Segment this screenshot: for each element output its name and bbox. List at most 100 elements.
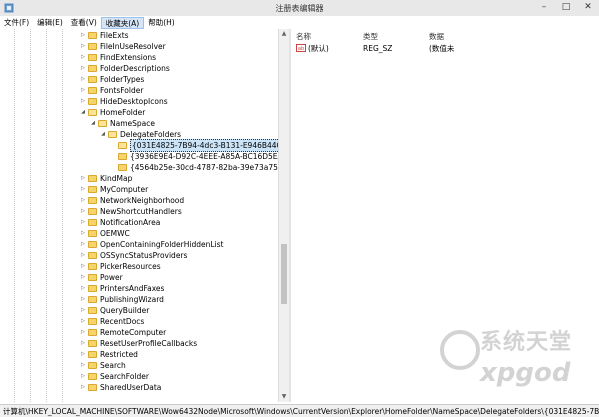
expand-arrow-icon[interactable]: ▷ [80,283,86,294]
expand-arrow-icon[interactable]: ▷ [80,338,86,349]
tree-item[interactable]: ▷ FileExts [80,30,129,41]
expand-arrow-icon[interactable]: ▷ [80,63,86,74]
tree-item[interactable]: ▷ FindExtensions [80,52,156,63]
expand-arrow-icon[interactable]: ▷ [80,85,86,96]
folder-icon [88,87,97,94]
tree-item[interactable]: ▷ OEMWC [80,228,130,239]
tree-item[interactable]: ▷ SearchFolder [80,371,149,382]
expand-arrow-icon[interactable]: ▷ [80,382,86,393]
menu-help[interactable]: 帮助(H) [144,16,179,28]
folder-icon [88,98,97,105]
folder-icon [88,285,97,292]
menu-view[interactable]: 查看(V) [67,16,101,28]
expand-arrow-icon[interactable]: ▷ [80,360,86,371]
expand-arrow-icon[interactable]: ▷ [80,96,86,107]
scroll-up-icon[interactable]: ▲ [279,29,289,39]
expand-arrow-icon[interactable]: ▷ [80,294,86,305]
expand-arrow-icon[interactable]: ▷ [80,349,86,360]
tree-item[interactable]: ▷ PrintersAndFaxes [80,283,164,294]
expand-arrow-icon[interactable]: ▷ [80,30,86,41]
tree-item[interactable]: {4564b25e-30cd-4787-82ba-39e73a750b14} [110,162,278,173]
expand-arrow-icon[interactable]: ▷ [80,272,86,283]
watermark-text-cn: 系统天堂 [480,330,573,355]
tree-guide-line [46,29,47,402]
tree-item[interactable]: ▷ SharedUserData [80,382,161,393]
value-data: (数值未 [429,44,455,53]
expand-arrow-icon[interactable]: ▷ [80,195,86,206]
tree-item[interactable]: ▷ ResetUserProfileCallbacks [80,338,197,349]
column-header-type[interactable]: 类型 [363,31,378,42]
tree-item[interactable]: ▷ MyComputer [80,184,148,195]
tree-item[interactable]: ▷ NotificationArea [80,217,160,228]
folder-icon [88,54,97,61]
expand-arrow-icon[interactable]: ▷ [80,217,86,228]
menu-edit[interactable]: 编辑(E) [33,16,67,28]
tree-item-label: FileInUseResolver [100,42,166,51]
menu-favorites[interactable]: 收藏夹(A) [100,17,145,29]
tree-item[interactable]: ▷ Power [80,272,123,283]
tree-scrollbar[interactable]: ▲ ▼ [278,29,289,402]
tree-item[interactable]: ▷ FolderDescriptions [80,63,170,74]
expand-arrow-icon[interactable]: ▷ [80,371,86,382]
expand-arrow-icon[interactable]: ▷ [80,41,86,52]
tree-item[interactable]: ▷ PublishingWizard [80,294,164,305]
expand-arrow-icon[interactable]: ▷ [80,250,86,261]
value-row[interactable]: ab (默认) REG_SZ (数值未 [291,43,599,54]
folder-icon [88,241,97,248]
maximize-button[interactable]: □ [559,2,573,13]
tree-item-label: FolderTypes [100,75,145,84]
expand-arrow-icon[interactable]: ▷ [80,206,86,217]
expand-arrow-icon[interactable]: ▷ [80,173,86,184]
expand-arrow-icon[interactable]: ▷ [80,184,86,195]
tree-item[interactable]: ▷ RemoteComputer [80,327,166,338]
tree-item[interactable]: ▷ NewShortcutHandlers [80,206,182,217]
menu-file[interactable]: 文件(F) [0,16,33,28]
tree-item[interactable]: ▷ FontsFolder [80,85,143,96]
tree-item-label: NewShortcutHandlers [100,207,182,216]
scroll-down-icon[interactable]: ▼ [279,392,289,402]
tree-item[interactable]: ▷ OpenContainingFolderHiddenList [80,239,223,250]
tree-item[interactable]: ▷ NetworkNeighborhood [80,195,184,206]
tree-item[interactable]: {3936E9E4-D92C-4EEE-A85A-BC16D5EA0819} [110,151,278,162]
expand-arrow-icon[interactable]: ▷ [80,327,86,338]
registry-tree[interactable]: ▷ FileExts ▷ FileInUseResolver ▷ FindExtensio… [0,29,278,402]
tree-item[interactable]: ▷ QueryBuilder [80,305,149,316]
expand-arrow-icon[interactable]: ▷ [80,52,86,63]
folder-icon [88,340,97,347]
tree-item[interactable]: ▷ Restricted [80,349,138,360]
expand-arrow-icon[interactable]: ▷ [80,316,86,327]
tree-item[interactable]: ▷ KindMap [80,173,132,184]
tree-item-label: MyComputer [100,185,149,194]
tree-item[interactable]: ▷ OSSyncStatusProviders [80,250,187,261]
collapse-arrow-icon[interactable]: ◢ [100,129,106,140]
collapse-arrow-icon[interactable]: ◢ [90,118,96,129]
tree-item[interactable]: {031E4825-7B94-4dc3-B131-E946B44C8DD5} [110,139,278,152]
tree-item[interactable]: ▷ FileInUseResolver [80,41,166,52]
column-header-name[interactable]: 名称 [296,31,311,42]
tree-item-label: Search [100,361,126,370]
expand-arrow-icon[interactable]: ▷ [80,305,86,316]
collapse-arrow-icon[interactable]: ◢ [80,107,86,118]
scroll-thumb[interactable] [281,244,287,304]
tree-item[interactable]: ◢ NameSpace [90,118,155,129]
tree-item-label: FindExtensions [100,53,157,62]
tree-item[interactable]: ◢ HomeFolder [80,107,145,118]
expand-arrow-icon[interactable]: ▷ [80,261,86,272]
minimize-button[interactable]: – [537,2,551,13]
tree-item[interactable]: ▷ PickerResources [80,261,161,272]
column-header-data[interactable]: 数据 [429,31,444,42]
expand-arrow-icon[interactable]: ▷ [80,74,86,85]
folder-icon [88,307,97,314]
tree-item[interactable]: ▷ HideDesktopIcons [80,96,168,107]
watermark-logo-icon [440,330,480,370]
folder-icon [88,219,97,226]
close-button[interactable]: ✕ [581,2,595,13]
tree-item-label: FolderDescriptions [100,64,170,73]
folder-icon [118,164,127,171]
expand-arrow-icon[interactable]: ▷ [80,228,86,239]
expand-arrow-icon[interactable]: ▷ [80,239,86,250]
tree-item[interactable]: ▷ FolderTypes [80,74,144,85]
tree-item-label: HideDesktopIcons [100,97,168,106]
tree-item[interactable]: ▷ Search [80,360,126,371]
tree-item[interactable]: ▷ RecentDocs [80,316,144,327]
